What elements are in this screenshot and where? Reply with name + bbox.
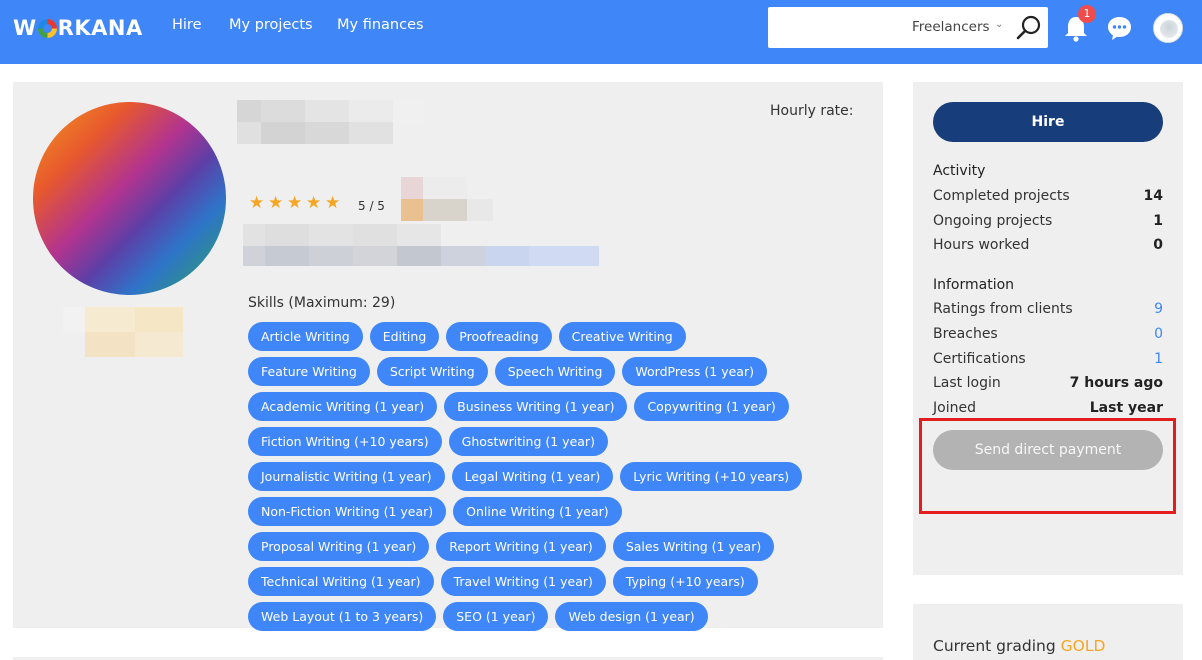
star-icon: ★ (249, 193, 265, 213)
information-title: Information (933, 277, 1015, 293)
skills-list: Article Writing Editing Proofreading Creati… (248, 322, 808, 631)
highlight-annotation (919, 418, 1176, 514)
nav-hire-link[interactable]: Hire (172, 17, 202, 33)
skill-chip[interactable]: Travel Writing (1 year) (440, 567, 606, 596)
stat-joined: Joined Last year (933, 400, 1163, 420)
search-filter-dropdown[interactable]: Freelancers (912, 19, 990, 35)
current-grading: Current grading GOLD (933, 637, 1105, 655)
skill-chip[interactable]: Non-Fiction Writing (1 year) (248, 497, 447, 526)
skill-chip[interactable]: WordPress (1 year) (622, 357, 767, 386)
skill-chip[interactable]: Business Writing (1 year) (444, 392, 628, 421)
grading-label: Current grading (933, 637, 1056, 655)
skill-chip[interactable]: Article Writing (248, 322, 363, 351)
skill-chip[interactable]: Ghostwriting (1 year) (448, 427, 608, 456)
chevron-down-icon: ⌄ (995, 19, 1004, 30)
stat-label: Breaches (933, 326, 998, 342)
skills-title: Skills (Maximum: 29) (248, 295, 396, 311)
stat-value: 7 hours ago (1069, 375, 1163, 391)
skill-chip[interactable]: SEO (1 year) (443, 602, 549, 631)
avatar-image (1160, 20, 1178, 38)
skill-chip[interactable]: Typing (+10 years) (612, 567, 758, 596)
skill-chip[interactable]: Feature Writing (248, 357, 370, 386)
skill-chip[interactable]: Script Writing (376, 357, 488, 386)
stat-breaches: Breaches 0 (933, 326, 1163, 346)
notification-badge: 1 (1078, 5, 1096, 23)
user-avatar[interactable] (1153, 13, 1183, 43)
skill-chip[interactable]: Report Writing (1 year) (436, 532, 606, 561)
star-icon: ★ (268, 193, 284, 213)
rating-score: 5 / 5 (358, 199, 385, 213)
skill-chip[interactable]: Proposal Writing (1 year) (248, 532, 430, 561)
skill-chip[interactable]: Fiction Writing (+10 years) (248, 427, 442, 456)
hire-button[interactable]: Hire (933, 102, 1163, 142)
rating-stars: ★ ★ ★ ★ ★ (249, 193, 341, 213)
workana-logo[interactable]: W RKANA (13, 16, 143, 40)
stat-last-login: Last login 7 hours ago (933, 375, 1163, 395)
star-icon: ★ (306, 193, 322, 213)
skill-chip[interactable]: Creative Writing (558, 322, 686, 351)
logo-rest: RKANA (57, 16, 143, 40)
stat-ratings-from-clients: Ratings from clients 9 (933, 301, 1163, 321)
search-icon[interactable] (1016, 15, 1042, 41)
stat-hours-worked: Hours worked 0 (933, 237, 1163, 257)
skill-chip[interactable]: Legal Writing (1 year) (451, 462, 614, 491)
stat-value: 0 (1153, 237, 1163, 253)
chat-icon[interactable] (1106, 15, 1133, 41)
logo-w: W (13, 16, 37, 40)
skill-chip[interactable]: Journalistic Writing (1 year) (248, 462, 445, 491)
redacted-name (237, 100, 427, 144)
top-navbar: W RKANA Hire My projects My finances Free… (0, 0, 1202, 64)
skill-chip[interactable]: Copywriting (1 year) (634, 392, 789, 421)
nav-my-finances-link[interactable]: My finances (337, 17, 424, 33)
profile-photo (33, 102, 226, 295)
stat-completed-projects: Completed projects 14 (933, 188, 1163, 208)
stat-value: Last year (1089, 400, 1163, 416)
stat-label: Completed projects (933, 188, 1070, 204)
stat-label: Ratings from clients (933, 301, 1073, 317)
stat-value: 1 (1153, 213, 1163, 229)
skill-chip[interactable]: Web Layout (1 to 3 years) (248, 602, 437, 631)
star-icon: ★ (287, 193, 303, 213)
skill-chip[interactable]: Technical Writing (1 year) (248, 567, 434, 596)
ratings-count-link[interactable]: 9 (1154, 301, 1163, 317)
redacted-badge (401, 177, 496, 221)
stat-label: Joined (933, 400, 976, 416)
stat-label: Ongoing projects (933, 213, 1053, 229)
skill-chip[interactable]: Sales Writing (1 year) (612, 532, 775, 561)
stat-label: Hours worked (933, 237, 1030, 253)
stat-label: Last login (933, 375, 1001, 391)
redacted-location (63, 307, 183, 357)
stat-label: Certifications (933, 351, 1026, 367)
skill-chip[interactable]: Speech Writing (494, 357, 616, 386)
skill-chip[interactable]: Lyric Writing (+10 years) (620, 462, 803, 491)
stat-ongoing-projects: Ongoing projects 1 (933, 213, 1163, 233)
logo-ring-icon (37, 18, 57, 38)
skill-chip[interactable]: Online Writing (1 year) (453, 497, 622, 526)
skill-chip[interactable]: Editing (369, 322, 440, 351)
skill-chip[interactable]: Proofreading (446, 322, 552, 351)
redacted-title (243, 224, 603, 268)
grading-card: Current grading GOLD (913, 604, 1183, 660)
stat-value: 14 (1143, 188, 1163, 204)
star-icon: ★ (325, 193, 341, 213)
skill-chip[interactable]: Academic Writing (1 year) (248, 392, 438, 421)
certifications-count-link[interactable]: 1 (1154, 351, 1163, 367)
skill-chip[interactable]: Web design (1 year) (555, 602, 708, 631)
profile-card: Hourly rate: ★ ★ ★ ★ ★ 5 / 5 Skills (Max… (13, 82, 883, 631)
hourly-rate-label: Hourly rate: (770, 103, 854, 119)
search-input[interactable]: Freelancers ⌄ (768, 7, 1048, 48)
grading-value: GOLD (1060, 637, 1106, 655)
stat-certifications: Certifications 1 (933, 351, 1163, 371)
breaches-count-link[interactable]: 0 (1154, 326, 1163, 342)
activity-title: Activity (933, 163, 986, 179)
nav-my-projects-link[interactable]: My projects (229, 17, 313, 33)
